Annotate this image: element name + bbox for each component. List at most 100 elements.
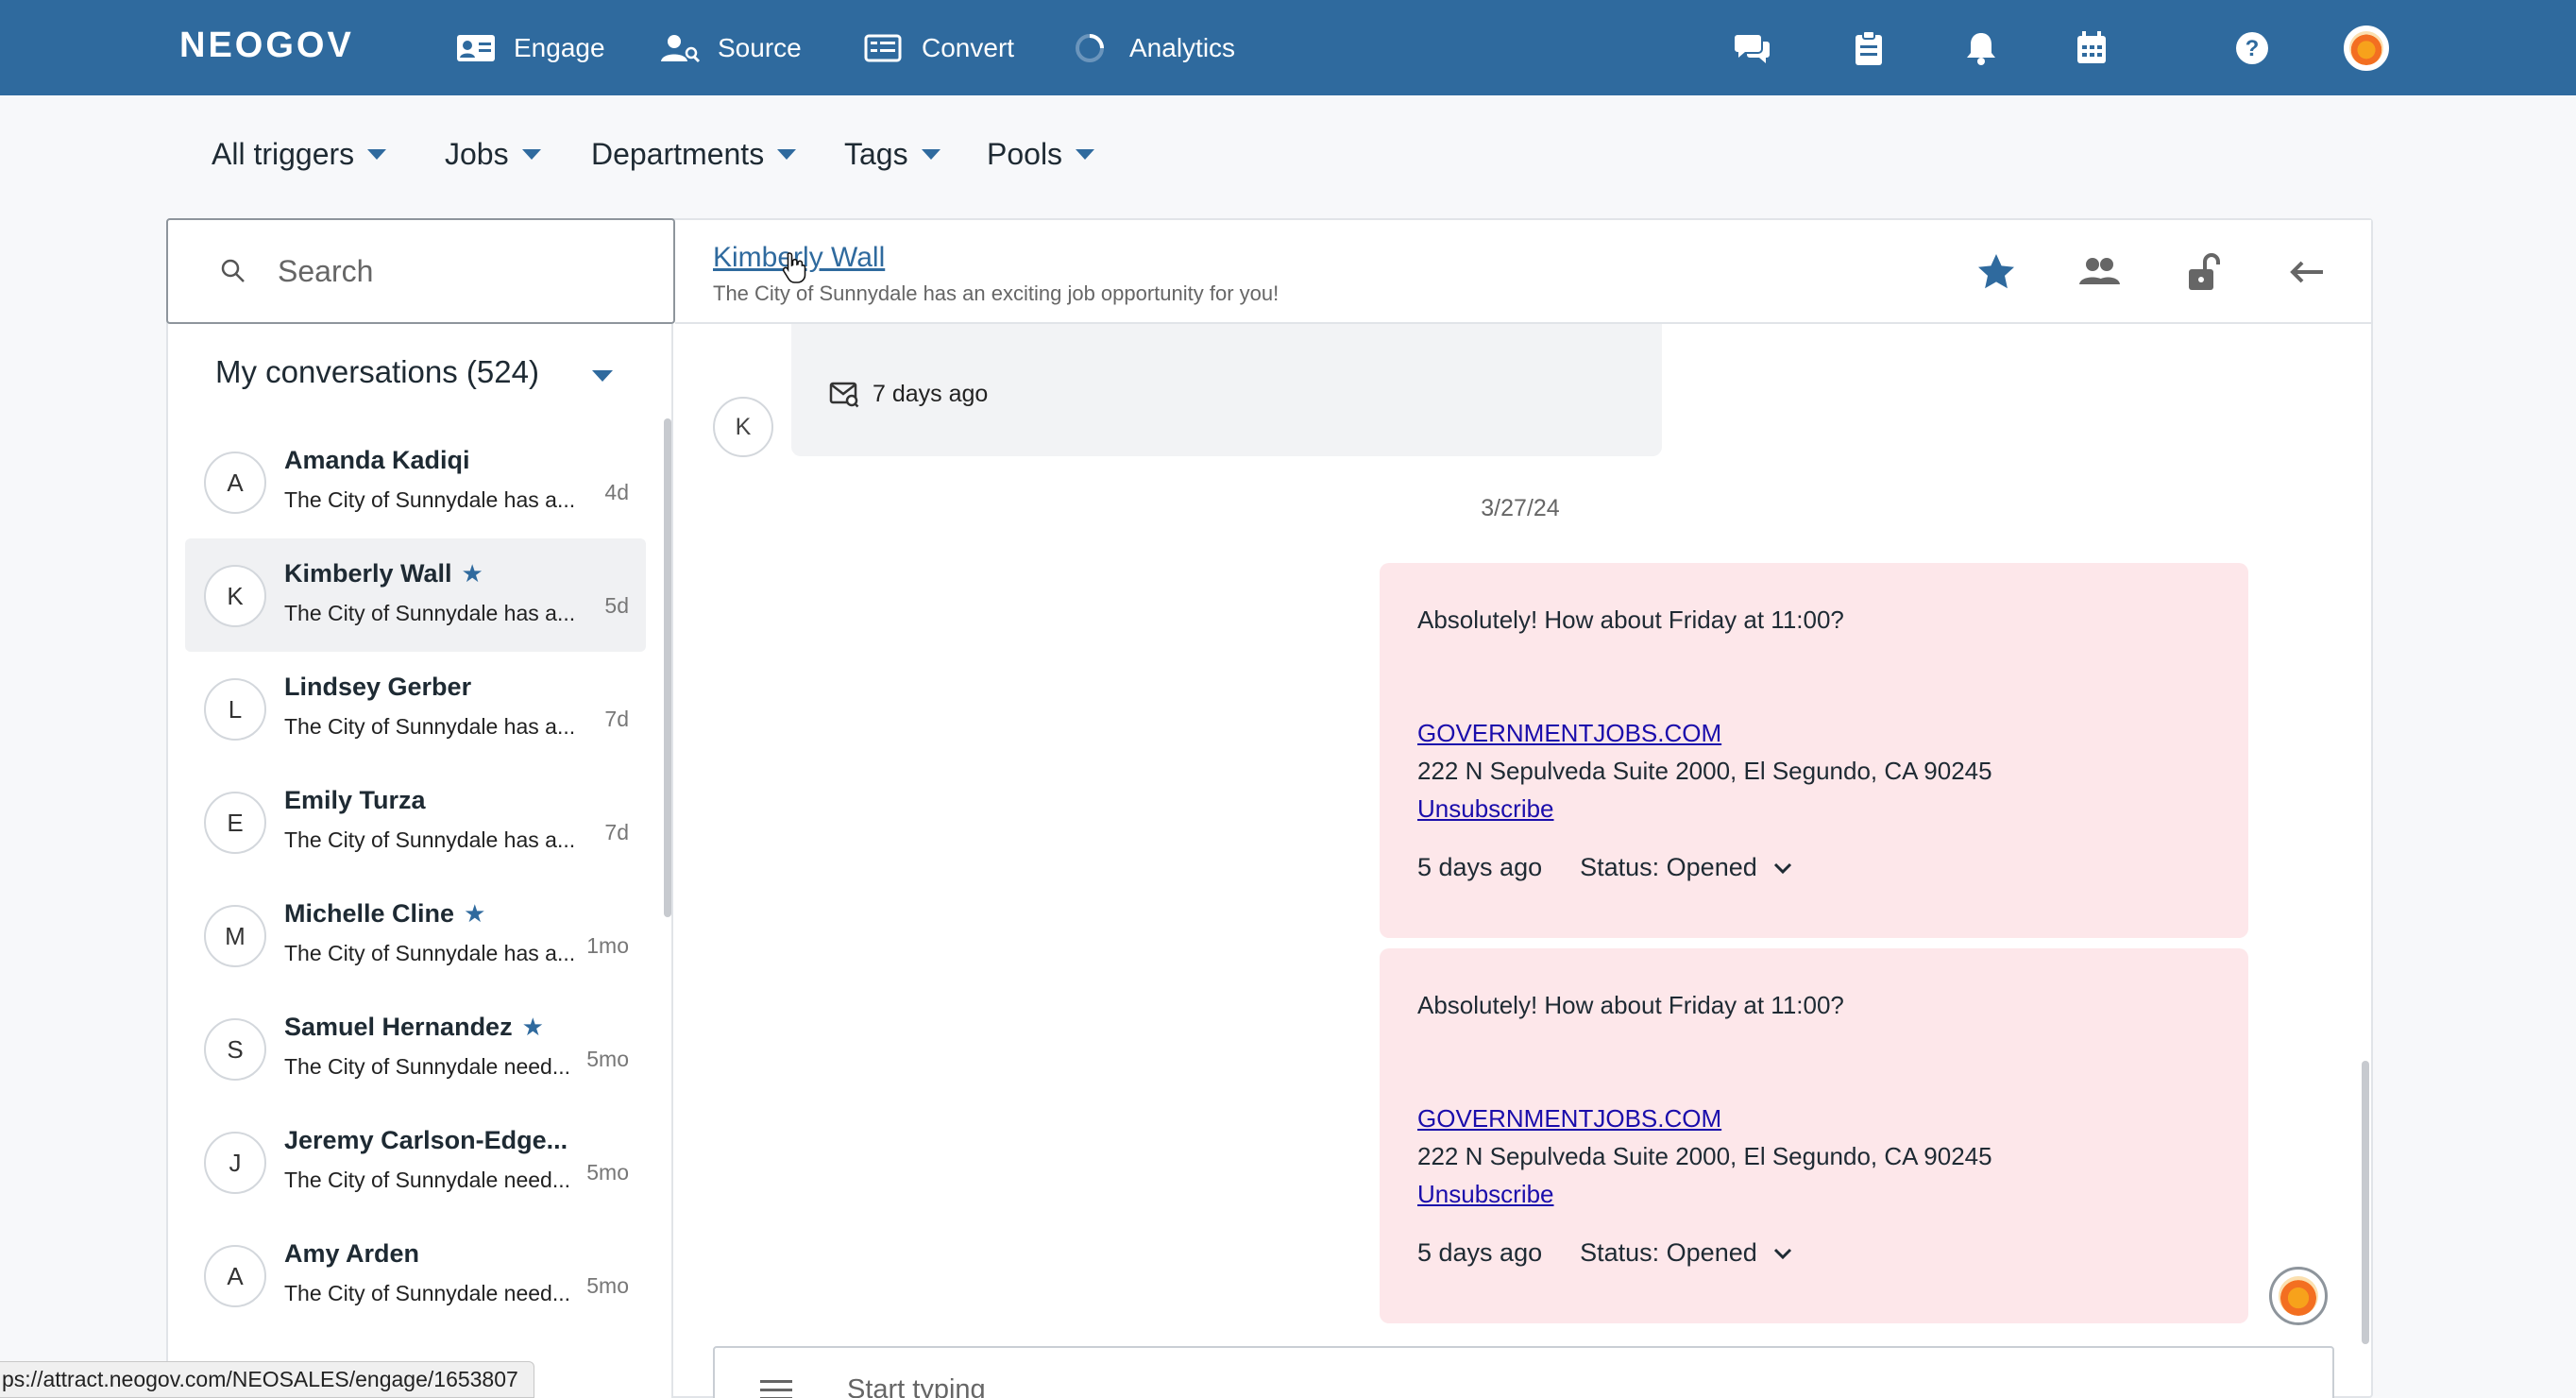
conversation-item[interactable]: J Jeremy Carlson-Edge... The City of Sun…	[185, 1105, 646, 1219]
conversation-name: Samuel Hernandez ★	[284, 1013, 544, 1042]
contact-name-text: Michelle Cline	[284, 899, 455, 928]
contact-name-text: Lindsey Gerber	[284, 673, 472, 701]
conversation-time: 5mo	[586, 1160, 629, 1185]
chat-bubbles-icon[interactable]	[1731, 26, 1774, 70]
hand-cursor-icon	[782, 252, 806, 283]
filter-tags[interactable]: Tags	[844, 137, 941, 172]
incoming-message-meta: 7 days ago	[829, 380, 988, 408]
conversation-preview: The City of Sunnydale need...	[284, 1054, 571, 1079]
filter-departments[interactable]: Departments	[591, 137, 797, 172]
filter-label: All triggers	[212, 137, 355, 171]
filter-pools[interactable]: Pools	[987, 137, 1095, 172]
nav-engage[interactable]: Engage	[455, 0, 605, 95]
conversation-preview: The City of Sunnydale need...	[284, 1168, 571, 1192]
unlock-icon[interactable]	[2178, 247, 2229, 297]
conversation-name: Amy Arden	[284, 1239, 419, 1269]
search-icon	[221, 259, 245, 282]
contact-subtitle: The City of Sunnydale has an exciting jo…	[713, 281, 1280, 305]
back-arrow-icon[interactable]	[2281, 247, 2332, 297]
conversation-preview: The City of Sunnydale has a...	[284, 601, 576, 625]
filter-all-triggers[interactable]: All triggers	[212, 137, 387, 172]
date-separator: 3/27/24	[1481, 495, 1560, 521]
list-icon	[864, 34, 902, 61]
avatar: J	[204, 1132, 266, 1194]
caret-down-icon	[777, 149, 797, 160]
message-address: 222 N Sepulveda Suite 2000, El Segundo, …	[1417, 1142, 1992, 1170]
avatar: A	[204, 1245, 266, 1307]
conversation-item[interactable]: A Amanda Kadiqi The City of Sunnydale ha…	[185, 425, 646, 538]
conversation-item[interactable]: L Lindsey Gerber The City of Sunnydale h…	[185, 652, 646, 765]
conversation-time: 5d	[604, 593, 629, 618]
conversations-header: My conversations (524)	[215, 354, 539, 389]
star-icon: ★	[461, 559, 483, 588]
message-text: Absolutely! How about Friday at 11:00?	[1417, 991, 1844, 1019]
conversation-name: Emily Turza	[284, 786, 426, 815]
caret-down-icon	[367, 149, 387, 160]
incoming-message-time: 7 days ago	[873, 380, 989, 407]
clipboard-icon[interactable]	[1847, 26, 1890, 70]
filter-jobs[interactable]: Jobs	[445, 137, 541, 172]
avatar: M	[204, 905, 266, 967]
browser-status-url: ps://attract.neogov.com/NEOSALES/engage/…	[0, 1361, 534, 1398]
message-status-dropdown[interactable]: Status: Opened	[1580, 853, 1793, 882]
menu-icon[interactable]	[760, 1380, 792, 1398]
filter-label: Tags	[844, 137, 908, 171]
email-viewed-icon	[829, 382, 859, 408]
conversation-time: 5mo	[586, 1047, 629, 1071]
calendar-icon[interactable]	[2070, 26, 2113, 70]
conversation-name: Lindsey Gerber	[284, 673, 471, 702]
nav-source-label: Source	[718, 32, 802, 62]
caret-down-icon	[921, 149, 941, 160]
message-status-text: Status: Opened	[1580, 853, 1757, 881]
avatar: K	[713, 397, 773, 457]
unsubscribe-link[interactable]: Unsubscribe	[1417, 794, 1554, 824]
user-avatar[interactable]	[2344, 26, 2389, 71]
message-input[interactable]	[847, 1374, 2169, 1398]
nav-source[interactable]: Source	[659, 0, 802, 95]
avatar: E	[204, 792, 266, 854]
message-status-dropdown[interactable]: Status: Opened	[1580, 1238, 1793, 1268]
contact-name-text: Amanda Kadiqi	[284, 446, 470, 474]
unsubscribe-link[interactable]: Unsubscribe	[1417, 1180, 1554, 1209]
governmentjobs-link[interactable]: GOVERNMENTJOBS.COM	[1417, 719, 1721, 748]
svg-text:?: ?	[2246, 36, 2260, 61]
nav-analytics[interactable]: Analytics	[1071, 0, 1235, 95]
chat-scrollbar[interactable]	[2362, 1061, 2369, 1344]
conversation-name: Kimberly Wall ★	[284, 559, 483, 588]
star-icon: ★	[464, 899, 486, 928]
help-icon[interactable]: ?	[2230, 26, 2274, 70]
search-input[interactable]	[278, 253, 636, 289]
conversation-list-scrollbar[interactable]	[664, 418, 671, 917]
neogov-logo[interactable]: NEOGOV	[179, 26, 354, 66]
nav-convert[interactable]: Convert	[863, 0, 1014, 95]
people-icon[interactable]	[2074, 247, 2125, 297]
contact-name-text: Emily Turza	[284, 786, 426, 814]
conversation-item[interactable]: M Michelle Cline ★ The City of Sunnydale …	[185, 878, 646, 992]
contact-name-text: Samuel Hernandez	[284, 1013, 513, 1041]
conversation-item[interactable]: S Samuel Hernandez ★ The City of Sunnydal…	[185, 992, 646, 1105]
conversation-preview: The City of Sunnydale has a...	[284, 941, 576, 965]
star-icon[interactable]	[1971, 247, 2022, 297]
bell-icon[interactable]	[1959, 26, 2003, 70]
chevron-down-icon	[1773, 1248, 1791, 1259]
message-composer	[713, 1346, 2334, 1398]
caret-down-icon[interactable]	[592, 370, 613, 382]
top-navigation-bar: NEOGOV Engage Source Convert Analytics ?	[0, 0, 2576, 95]
conversation-item-active[interactable]: K Kimberly Wall ★ The City of Sunnydale h…	[185, 538, 646, 652]
star-icon: ★	[521, 1013, 544, 1041]
conversation-item[interactable]: E Emily Turza The City of Sunnydale has …	[185, 765, 646, 878]
conversation-name: Amanda Kadiqi	[284, 446, 470, 475]
message-text: Absolutely! How about Friday at 11:00?	[1417, 605, 1844, 634]
conversation-preview: The City of Sunnydale has a...	[284, 487, 576, 512]
conversation-item[interactable]: A Amy Arden The City of Sunnydale need..…	[185, 1219, 646, 1332]
avatar: S	[204, 1018, 266, 1081]
person-search-icon	[661, 34, 701, 62]
message-time: 5 days ago	[1417, 1238, 1543, 1267]
contact-name-text: Kimberly Wall	[284, 559, 452, 588]
filter-label: Jobs	[445, 137, 509, 171]
avatar: K	[204, 565, 266, 627]
nav-engage-label: Engage	[514, 32, 605, 62]
governmentjobs-link[interactable]: GOVERNMENTJOBS.COM	[1417, 1104, 1721, 1134]
conversation-preview: The City of Sunnydale has a...	[284, 714, 576, 739]
sender-avatar	[2269, 1267, 2328, 1325]
